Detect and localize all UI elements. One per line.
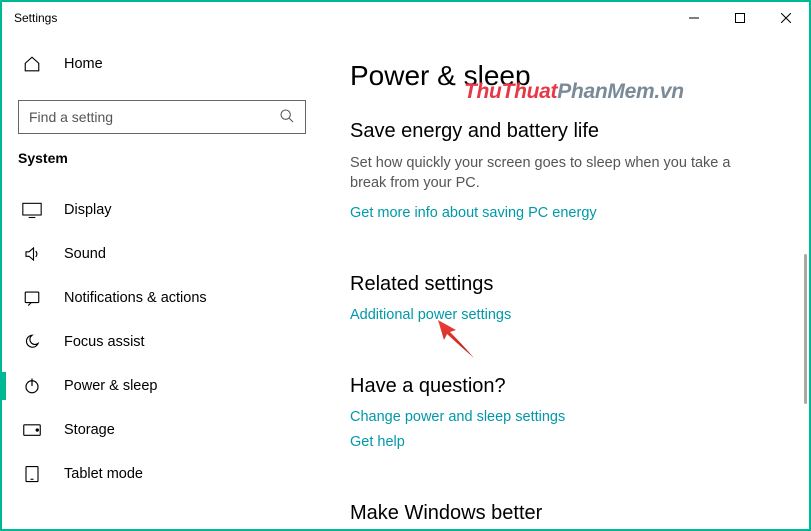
get-help-link[interactable]: Get help [350,434,405,450]
home-nav[interactable]: Home [2,42,322,86]
energy-section-desc: Set how quickly your screen goes to slee… [350,153,770,194]
category-label: System [2,150,322,166]
energy-section-title: Save energy and battery life [350,120,789,143]
page-title: Power & sleep [350,60,789,92]
home-label: Home [64,56,103,72]
maximize-button[interactable] [717,2,763,34]
tablet-icon [22,464,42,484]
sidebar-item-label: Notifications & actions [64,290,207,306]
sound-icon [22,244,42,264]
sidebar-item-display[interactable]: Display [2,188,322,232]
question-section-title: Have a question? [350,375,789,398]
energy-info-link[interactable]: Get more info about saving PC energy [350,205,597,221]
better-section-title: Make Windows better [350,502,789,525]
sidebar-item-power-sleep[interactable]: Power & sleep [2,364,322,408]
storage-icon [22,420,42,440]
scrollbar[interactable] [804,254,807,404]
search-placeholder: Find a setting [29,109,279,125]
minimize-button[interactable] [671,2,717,34]
sidebar-item-label: Sound [64,246,106,262]
notifications-icon [22,288,42,308]
home-icon [22,54,42,74]
sidebar-item-sound[interactable]: Sound [2,232,322,276]
main-panel: Power & sleep Save energy and battery li… [322,34,809,529]
window-title: Settings [14,11,57,25]
sidebar-item-tablet-mode[interactable]: Tablet mode [2,452,322,496]
focus-assist-icon [22,332,42,352]
power-icon [22,376,42,396]
related-section-title: Related settings [350,273,789,296]
search-icon [279,108,295,127]
sidebar-item-label: Tablet mode [64,466,143,482]
sidebar: Home Find a setting System Display Sound [2,34,322,529]
sidebar-item-label: Display [64,202,112,218]
sidebar-item-storage[interactable]: Storage [2,408,322,452]
display-icon [22,200,42,220]
sidebar-item-notifications[interactable]: Notifications & actions [2,276,322,320]
sidebar-item-label: Focus assist [64,334,145,350]
sidebar-item-focus-assist[interactable]: Focus assist [2,320,322,364]
close-button[interactable] [763,2,809,34]
change-power-sleep-link[interactable]: Change power and sleep settings [350,409,565,425]
sidebar-item-label: Storage [64,422,115,438]
search-input[interactable]: Find a setting [18,100,306,134]
additional-power-settings-link[interactable]: Additional power settings [350,307,511,323]
sidebar-item-label: Power & sleep [64,378,158,394]
